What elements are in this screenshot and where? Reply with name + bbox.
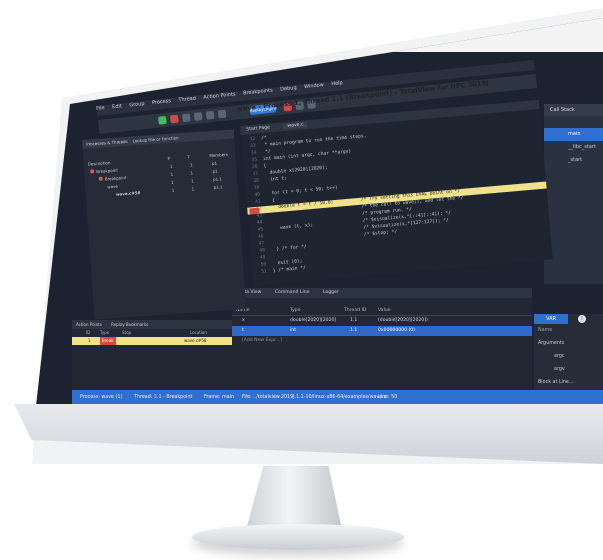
stack-frame[interactable]: main xyxy=(544,128,603,141)
line-number[interactable]: 34 xyxy=(242,151,257,157)
info-icon[interactable]: i xyxy=(578,315,586,323)
code-line: * main program to run the time steps. xyxy=(261,134,367,149)
stack-frame[interactable]: __libc_start xyxy=(544,141,603,154)
menu-thread[interactable]: Thread xyxy=(178,96,196,104)
line-number[interactable]: 51 xyxy=(253,269,267,275)
code-line: int main (int argc, char **argv) xyxy=(262,149,352,163)
halt-button[interactable] xyxy=(169,114,179,124)
line-number[interactable]: 49 xyxy=(251,255,266,261)
tab-wave-c[interactable]: wave.c xyxy=(283,122,308,130)
filter-icon[interactable] xyxy=(544,116,603,128)
line-number[interactable]: 46 xyxy=(250,234,264,240)
source-code-pane[interactable]: Start Page wave.c 32 /* 33 * main program … xyxy=(240,99,553,286)
tree-leaf[interactable]: argv xyxy=(534,363,603,376)
stack-frame[interactable]: _start xyxy=(544,154,603,167)
status-line: Line: 50 xyxy=(378,395,398,400)
line-number[interactable]: 32 xyxy=(241,137,255,143)
step-button[interactable] xyxy=(193,112,203,121)
line-number[interactable]: 35 xyxy=(243,158,257,164)
call-stack-panel: Call Stack main __libc_start _start xyxy=(544,104,603,284)
action-points-header: ID Type Stop Location xyxy=(86,330,207,335)
monitor-scene: Call Stack main __libc_start _start Data… xyxy=(0,0,603,560)
monitor-base xyxy=(192,524,404,550)
tree-leaf[interactable]: argc xyxy=(534,350,603,363)
line-number[interactable]: 45 xyxy=(249,227,263,233)
line-number[interactable]: 41 xyxy=(247,199,261,205)
break-badge: Break xyxy=(100,337,116,345)
line-number[interactable]: 33 xyxy=(242,144,256,150)
code-line: int t; xyxy=(264,176,288,184)
status-bar: Process: wave (1) Thread: 1.1 - Breakpoi… xyxy=(72,390,603,406)
line-number[interactable]: 44 xyxy=(248,220,263,226)
table-row[interactable]: x double[2020][2020] 1.1 (double[2020][2… xyxy=(232,316,532,326)
code-line: for (t = 0; t < 50; t++) xyxy=(265,185,338,197)
tab-command-line[interactable]: Command Line xyxy=(275,290,310,295)
code-line: } /* for */ xyxy=(270,244,307,253)
code-line: double x[2020][2020]; xyxy=(264,165,328,177)
status-file: File: ../totalview.2019J.1.1-10/linux-x8… xyxy=(242,395,387,400)
tree-node[interactable]: Arguments xyxy=(534,337,603,350)
tab-replay-bookmarks[interactable]: Replay Bookmarks xyxy=(111,322,148,327)
tab-logger[interactable]: Logger xyxy=(323,290,339,295)
monitor-screen: Call Stack main __libc_start _start Data… xyxy=(36,18,603,406)
tab-start-page[interactable]: Start Page xyxy=(246,125,270,132)
menu-debug[interactable]: Debug xyxy=(280,85,297,93)
processes-threads-panel: Processes & Threads Lookup File or Funct… xyxy=(82,129,247,320)
line-number[interactable]: 43 xyxy=(248,213,262,219)
status-thread: Thread: 1.1 - Breakpoint xyxy=(134,395,193,400)
data-view-header: Name Type Thread ID Value xyxy=(232,306,532,316)
go-button[interactable] xyxy=(157,115,167,125)
menu-help[interactable]: Help xyxy=(331,80,343,87)
tab-var[interactable]: VAR xyxy=(534,314,568,324)
tree-node[interactable]: Block at Line... xyxy=(534,376,603,389)
line-number[interactable]: 38 xyxy=(245,179,259,185)
line-number[interactable]: 40 xyxy=(246,193,260,199)
line-number[interactable]: 47 xyxy=(250,241,265,247)
out-button[interactable] xyxy=(205,110,215,120)
menu-group[interactable]: Group xyxy=(129,101,145,109)
line-number[interactable]: 36 xyxy=(243,165,258,171)
data-view-panel: Data View Command Line Logger Name Type … xyxy=(232,288,532,398)
table-row[interactable]: t int 1.1 0x00000000 (0) xyxy=(232,326,532,336)
status-frame: Frame: main xyxy=(204,395,235,400)
menu-action-points[interactable]: Action Points xyxy=(203,91,236,100)
menu-process[interactable]: Process xyxy=(152,98,171,106)
tab-processes-threads[interactable]: Processes & Threads xyxy=(86,139,128,147)
next-button[interactable] xyxy=(181,113,191,123)
code-line: /* xyxy=(260,135,267,142)
menu-window[interactable]: Window xyxy=(304,82,324,90)
line-number[interactable]: 48 xyxy=(251,248,265,254)
action-points-panel: Action Points Replay Bookmarks ID Type S… xyxy=(72,320,232,392)
menu-breakpoints[interactable]: Breakpoints xyxy=(243,87,273,96)
code-line: { xyxy=(263,163,267,170)
code-line: */ xyxy=(262,149,271,156)
call-stack-title: Call Stack xyxy=(544,104,603,116)
line-number[interactable]: 37 xyxy=(244,172,259,178)
add-expression-row[interactable]: [Add New Expr...] xyxy=(232,336,532,346)
code-line: { xyxy=(266,198,276,204)
code-line: } /* main */ xyxy=(272,265,307,274)
menu-edit[interactable]: Edit xyxy=(112,103,122,110)
tab-lookup[interactable]: Lookup File or Function xyxy=(133,135,179,143)
line-number[interactable]: 39 xyxy=(245,186,260,192)
monitor-stand xyxy=(246,466,342,530)
run-to-button[interactable] xyxy=(217,109,227,119)
status-process: Process: wave (1) xyxy=(80,395,123,400)
menu-file[interactable]: File xyxy=(96,105,105,112)
column-header: Name xyxy=(538,328,553,333)
line-number[interactable]: 50 xyxy=(252,262,266,268)
tab-action-points[interactable]: Action Points xyxy=(76,322,102,327)
action-point-row[interactable]: 1 Break wave.c#58 xyxy=(72,337,232,345)
